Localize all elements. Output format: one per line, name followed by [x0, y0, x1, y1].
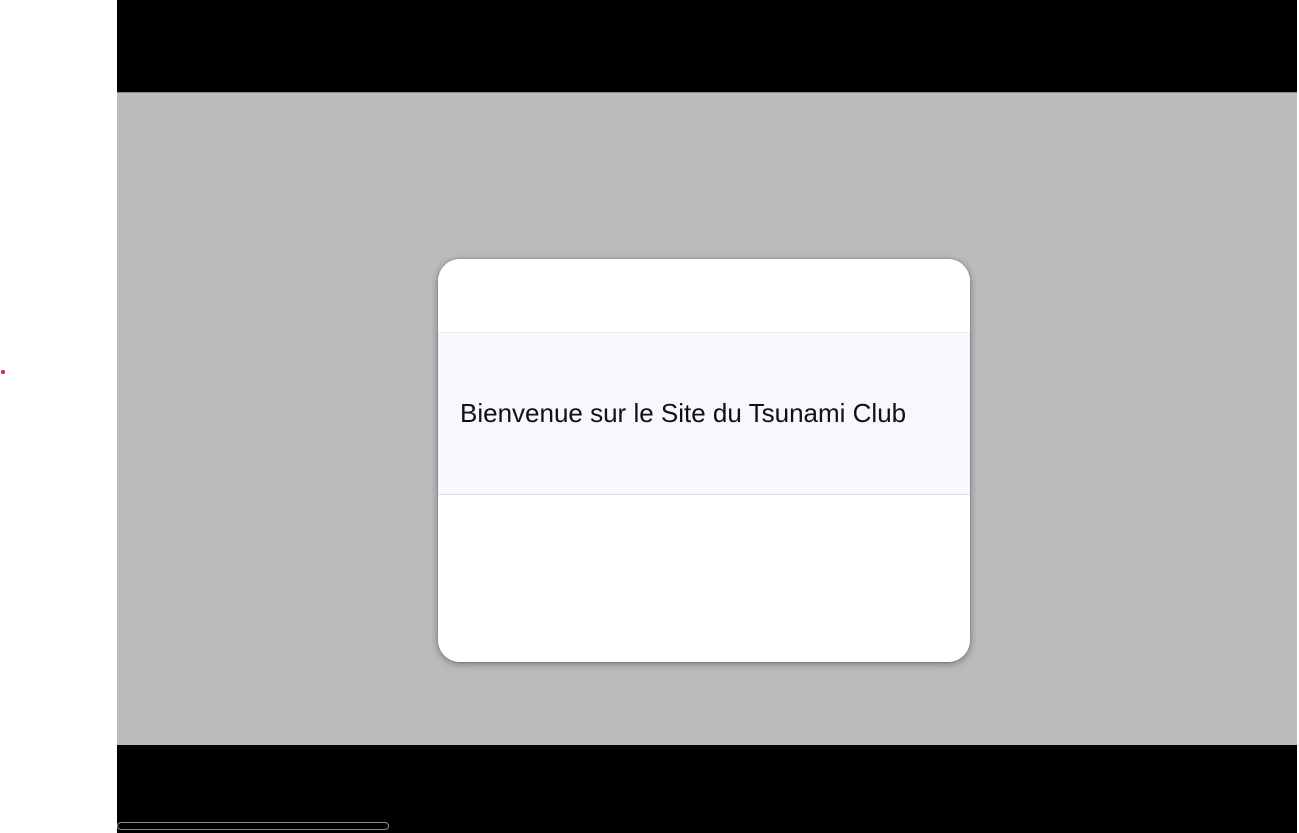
left-margin [0, 0, 117, 833]
modal-backdrop[interactable]: Bienvenue sur le Site du Tsunami Club [117, 92, 1297, 745]
modal-title-band: Bienvenue sur le Site du Tsunami Club [438, 332, 970, 495]
welcome-modal: Bienvenue sur le Site du Tsunami Club [438, 259, 970, 662]
bottom-bar [117, 745, 1297, 833]
red-dot-marker [1, 370, 5, 374]
modal-title: Bienvenue sur le Site du Tsunami Club [460, 398, 907, 428]
modal-body-area [438, 495, 970, 662]
page-viewport: Bienvenue sur le Site du Tsunami Club [117, 0, 1297, 833]
top-bar [117, 0, 1297, 92]
horizontal-scrollbar[interactable] [117, 822, 389, 830]
modal-header-area [438, 259, 970, 332]
